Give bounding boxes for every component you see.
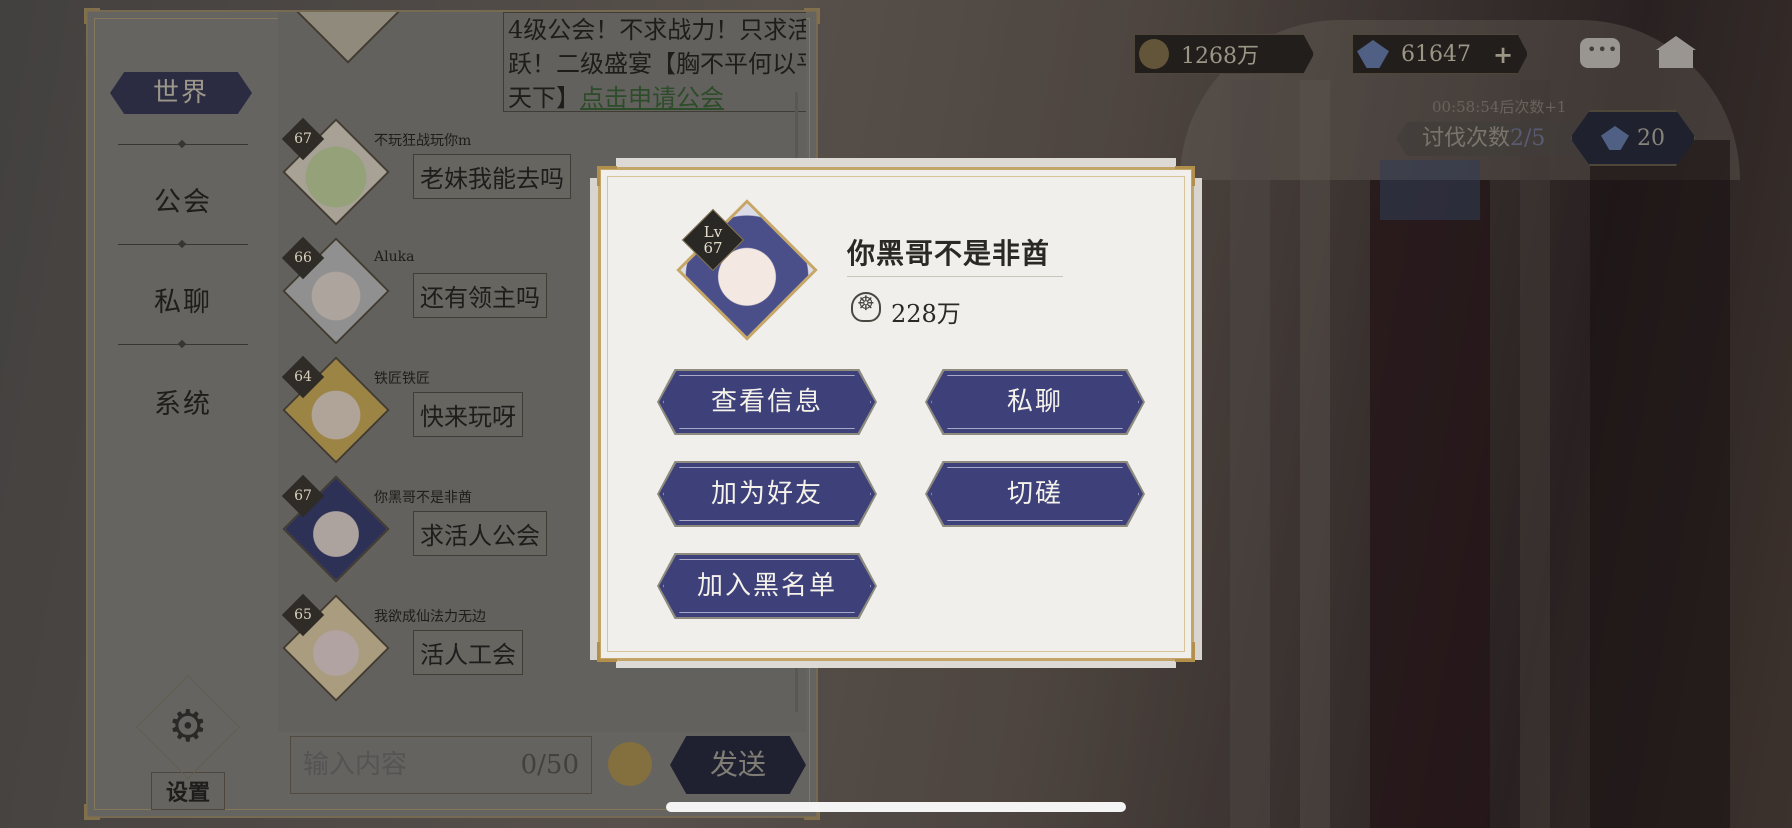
level-badge: 67 [281, 474, 325, 518]
private-chat-button[interactable]: 私聊 [927, 371, 1143, 433]
level-badge: 65 [281, 593, 325, 637]
level-badge: 66 [281, 236, 325, 280]
add-friend-button[interactable]: 加为好友 [659, 463, 875, 525]
player-name: 你黑哥不是非酋 [847, 237, 1051, 270]
player-power: 228万 [891, 300, 961, 328]
home-indicator[interactable] [666, 802, 1126, 812]
view-info-button[interactable]: 查看信息 [659, 371, 875, 433]
player-info-dialog: Lv 67 你黑哥不是非酋 228万 查看信息 私聊 加为好友 切磋 加入黑名单 [597, 166, 1195, 662]
power-icon [851, 291, 881, 322]
level-badge: 67 [281, 117, 325, 161]
spar-button[interactable]: 切磋 [927, 463, 1143, 525]
divider [847, 276, 1063, 277]
blacklist-button[interactable]: 加入黑名单 [659, 555, 875, 617]
level-text: Lv 67 [703, 223, 723, 257]
level-badge: 64 [281, 355, 325, 399]
